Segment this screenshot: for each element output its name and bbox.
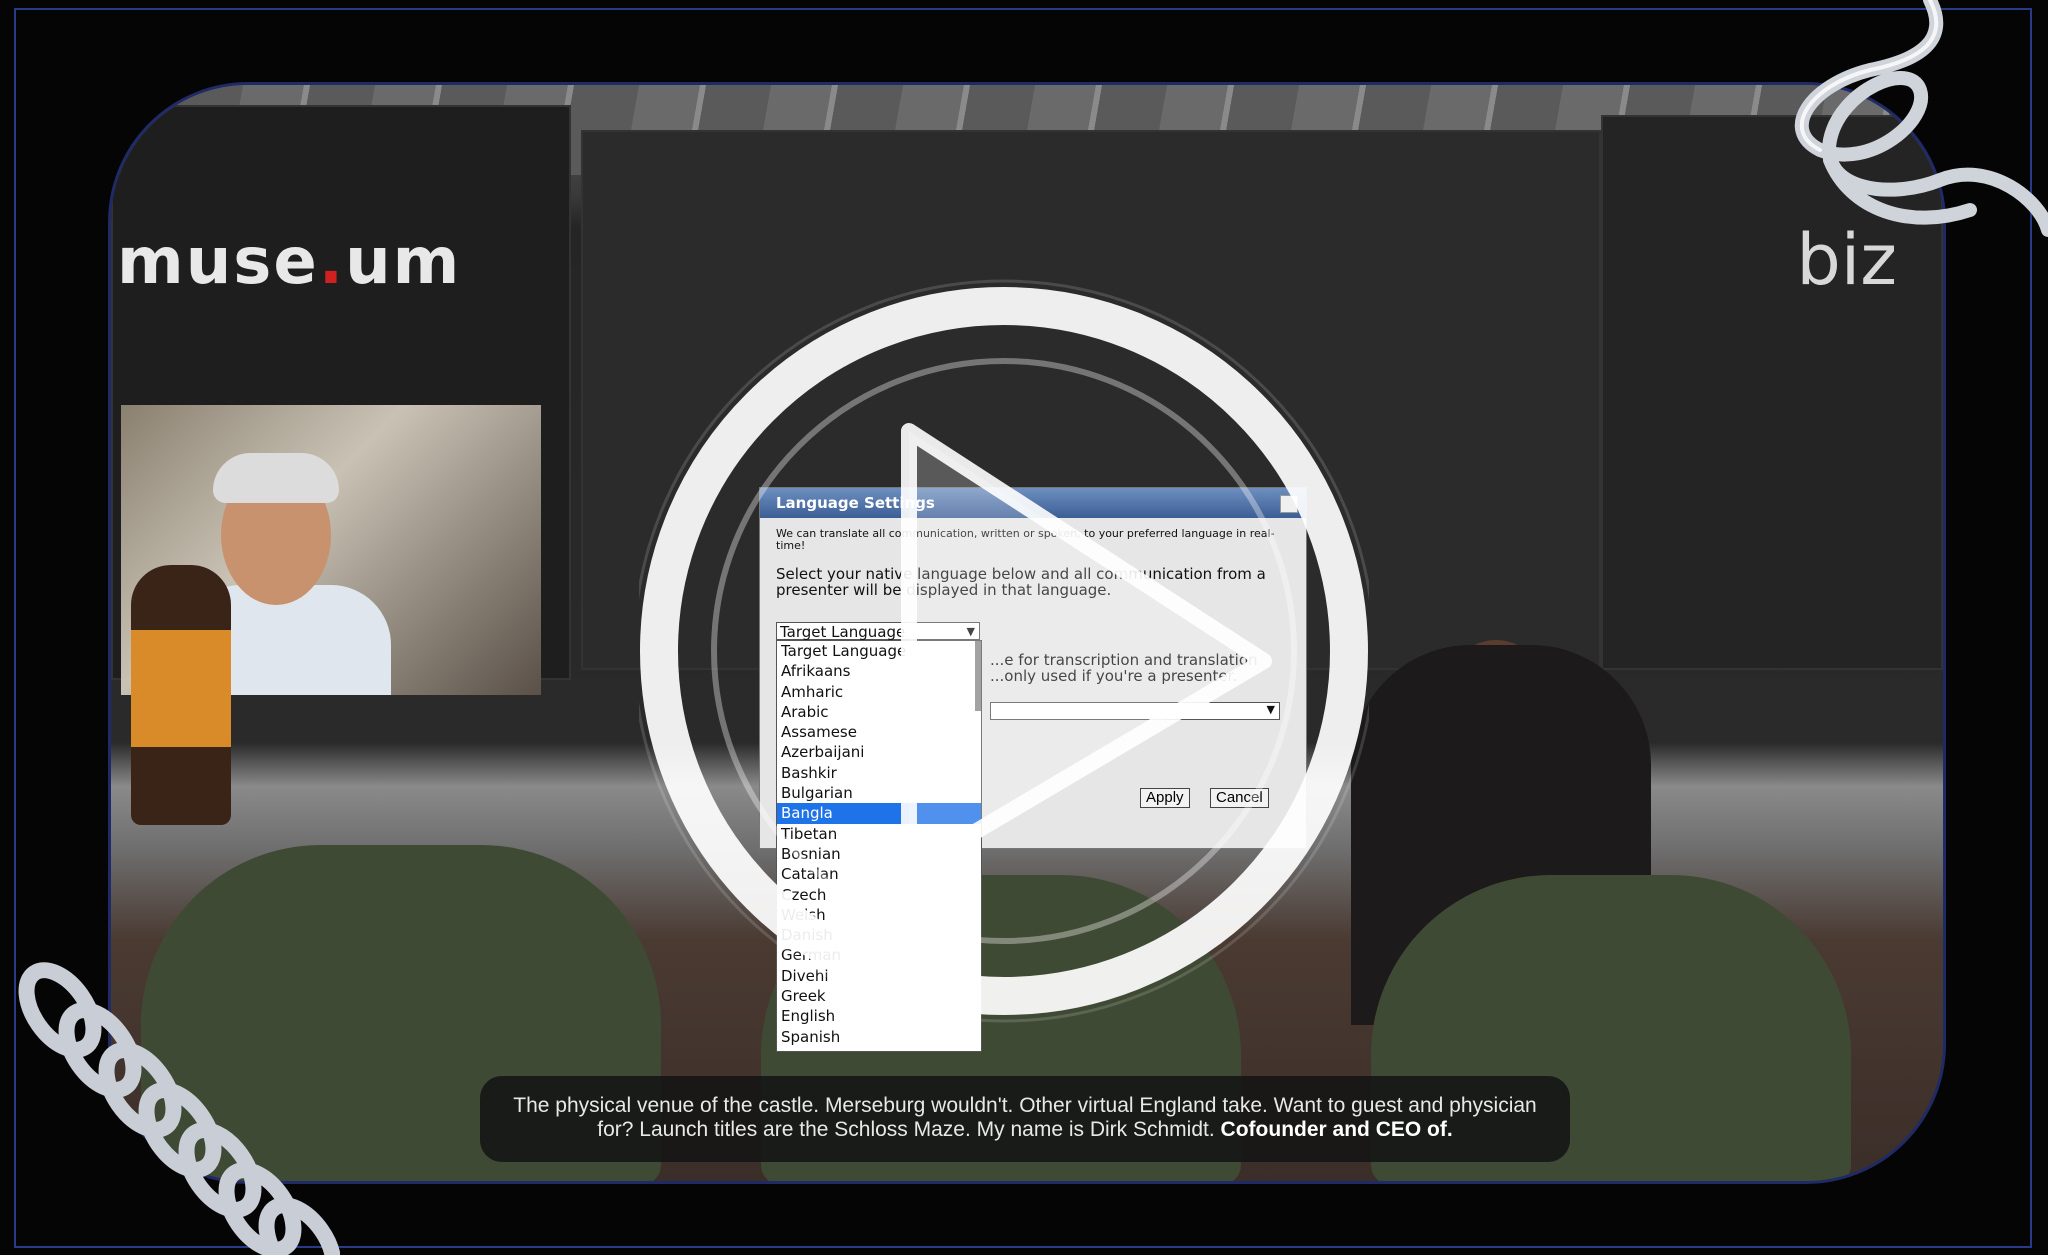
video-player[interactable]: muse.um biz Language Settings We can tra… — [108, 82, 1946, 1184]
presenter-hair — [213, 453, 339, 503]
spring-decoration-bottom — [18, 962, 340, 1255]
avatar-woman — [131, 565, 231, 825]
spring-decoration-top — [1794, 0, 2048, 237]
logo-red-dot: . — [318, 225, 346, 299]
museum-logo: muse.um — [117, 225, 462, 299]
caption-bold-text: Cofounder and CEO of. — [1220, 1118, 1453, 1141]
subtitle-caption: The physical venue of the castle. Merseb… — [480, 1076, 1570, 1162]
play-icon — [901, 423, 1272, 879]
play-button-overlay[interactable] — [639, 251, 1369, 1051]
